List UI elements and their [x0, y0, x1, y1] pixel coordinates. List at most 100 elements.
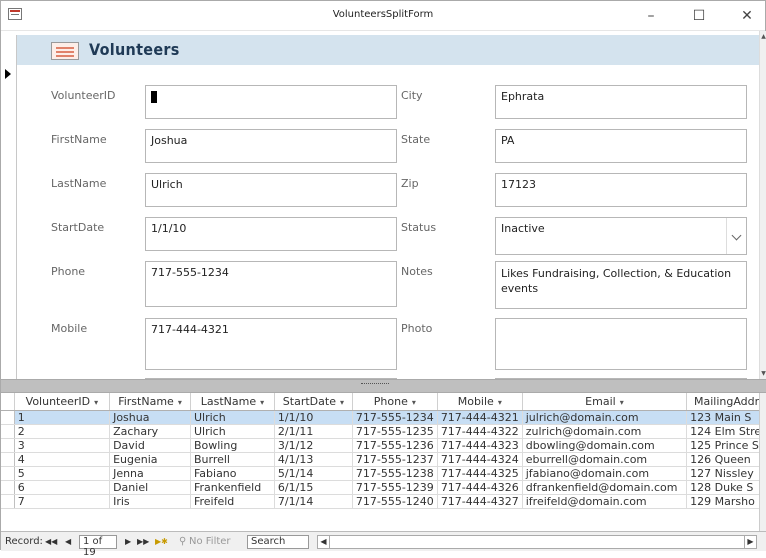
table-cell[interactable]: Bowling [190, 438, 275, 453]
table-cell[interactable]: 717-444-4324 [437, 452, 523, 467]
row-selector[interactable] [1, 466, 15, 481]
table-row[interactable]: 5 Jenna Fabiano 5/1/14 717-555-1238 717-444-4… [1, 466, 766, 481]
lastname-field[interactable]: Ulrich [145, 173, 397, 207]
table-cell[interactable]: 3/1/12 [274, 438, 353, 453]
row-selector[interactable] [1, 494, 15, 509]
table-cell[interactable]: Frankenfield [190, 480, 275, 495]
table-cell[interactable]: 4/1/13 [274, 452, 353, 467]
column-header[interactable]: VolunteerID ▾ [14, 393, 111, 411]
table-cell[interactable]: 5 [14, 466, 111, 481]
table-cell[interactable]: 126 Queen [686, 452, 766, 467]
city-field[interactable]: Ephrata [495, 85, 747, 119]
last-record-icon[interactable]: ▶▶ [137, 537, 149, 546]
table-cell[interactable]: 7 [14, 494, 111, 509]
table-row[interactable]: 6 Daniel Frankenfield 6/1/15 717-555-1239 717… [1, 480, 766, 495]
current-record-input[interactable]: 1 of 19 [79, 535, 117, 558]
table-cell[interactable]: 129 Marsho [686, 494, 766, 509]
table-cell[interactable]: David [109, 438, 191, 453]
table-row[interactable]: 2 Zachary Ulrich 2/1/11 717-555-1235 717-444-… [1, 424, 766, 439]
table-cell[interactable]: 717-444-4326 [437, 480, 523, 495]
table-cell[interactable]: eburrell@domain.com [522, 452, 688, 467]
table-cell[interactable]: 124 Elm Stre [686, 424, 766, 439]
zip-field[interactable]: 17123 [495, 173, 747, 207]
table-cell[interactable]: 717-555-1234 [352, 410, 438, 425]
table-cell[interactable]: 1/1/10 [274, 410, 353, 425]
close-button[interactable]: ✕ [729, 5, 765, 27]
column-header[interactable]: Mobile ▾ [437, 393, 523, 411]
row-selector[interactable] [1, 410, 15, 425]
split-form-splitter[interactable] [1, 379, 766, 393]
row-selector[interactable] [1, 438, 15, 453]
table-cell[interactable]: 717-555-1238 [352, 466, 438, 481]
table-cell[interactable]: Ulrich [190, 424, 275, 439]
row-selector[interactable] [1, 424, 15, 439]
volunteerid-field[interactable] [145, 85, 397, 119]
table-cell[interactable]: 717-555-1236 [352, 438, 438, 453]
firstname-field[interactable]: Joshua [145, 129, 397, 163]
first-record-icon[interactable]: ◀◀ [45, 537, 57, 546]
table-cell[interactable]: 3 [14, 438, 111, 453]
row-selector[interactable] [1, 480, 15, 495]
form-vertical-scrollbar[interactable]: ▲ ▼ [759, 31, 766, 379]
table-row[interactable]: 1 Joshua Ulrich 1/1/10 717-555-1234 717-444-4… [1, 410, 766, 425]
filter-icon[interactable]: ⚲ [179, 536, 186, 547]
table-cell[interactable]: jfabiano@domain.com [522, 466, 688, 481]
no-filter-label[interactable]: No Filter [189, 536, 231, 547]
table-cell[interactable]: 2/1/11 [274, 424, 353, 439]
table-cell[interactable]: 717-555-1237 [352, 452, 438, 467]
scroll-right-icon[interactable]: ▶ [744, 536, 756, 548]
phone-field[interactable]: 717-555-1234 [145, 261, 397, 307]
column-header[interactable]: Email ▾ [522, 393, 688, 411]
column-header[interactable]: FirstName ▾ [109, 393, 191, 411]
table-cell[interactable]: dfrankenfield@domain.com [522, 480, 688, 495]
record-selector[interactable] [1, 35, 17, 379]
startdate-field[interactable]: 1/1/10 [145, 217, 397, 251]
column-header[interactable]: StartDate ▾ [274, 393, 353, 411]
sort-filter-arrow-icon[interactable]: ▾ [498, 398, 502, 407]
table-cell[interactable]: Ulrich [190, 410, 275, 425]
scroll-left-icon[interactable]: ◀ [318, 536, 330, 548]
table-row[interactable]: 7 Iris Freifeld 7/1/14 717-555-1240 717-444-4… [1, 494, 766, 509]
table-cell[interactable]: 5/1/14 [274, 466, 353, 481]
maximize-button[interactable]: ☐ [681, 5, 717, 27]
datasheet-horizontal-scrollbar[interactable]: ◀ ▶ [317, 535, 757, 549]
table-row[interactable]: 3 David Bowling 3/1/12 717-555-1236 717-444-4… [1, 438, 766, 453]
mobile-field[interactable]: 717-444-4321 [145, 318, 397, 370]
chevron-down-icon[interactable] [726, 218, 746, 254]
column-header[interactable]: MailingAddr [686, 393, 766, 411]
previous-record-icon[interactable]: ◀ [65, 537, 71, 546]
table-cell[interactable]: Burrell [190, 452, 275, 467]
table-cell[interactable]: Eugenia [109, 452, 191, 467]
status-combobox[interactable]: Inactive [495, 217, 747, 255]
table-cell[interactable]: Daniel [109, 480, 191, 495]
table-cell[interactable]: Zachary [109, 424, 191, 439]
datasheet-vertical-scrollbar[interactable] [759, 393, 766, 531]
table-cell[interactable]: 6 [14, 480, 111, 495]
minimize-button[interactable]: – [633, 5, 669, 27]
column-header[interactable]: LastName ▾ [190, 393, 275, 411]
search-input[interactable]: Search [247, 535, 309, 549]
table-cell[interactable]: 123 Main S [686, 410, 766, 425]
table-cell[interactable]: Freifeld [190, 494, 275, 509]
state-field[interactable]: PA [495, 129, 747, 163]
new-record-icon[interactable]: ▶✱ [155, 537, 168, 546]
next-record-icon[interactable]: ▶ [125, 537, 131, 546]
table-cell[interactable]: 717-555-1239 [352, 480, 438, 495]
table-cell[interactable]: 6/1/15 [274, 480, 353, 495]
scroll-down-icon[interactable]: ▼ [760, 370, 766, 377]
sort-filter-arrow-icon[interactable]: ▾ [412, 398, 416, 407]
table-cell[interactable]: 2 [14, 424, 111, 439]
table-cell[interactable]: Fabiano [190, 466, 275, 481]
table-cell[interactable]: ifreifeld@domain.com [522, 494, 688, 509]
table-cell[interactable]: 127 Nissley [686, 466, 766, 481]
sort-filter-arrow-icon[interactable]: ▾ [260, 398, 264, 407]
scroll-up-icon[interactable]: ▲ [760, 33, 766, 40]
sort-filter-arrow-icon[interactable]: ▾ [94, 398, 98, 407]
table-cell[interactable]: 7/1/14 [274, 494, 353, 509]
notes-field[interactable]: Likes Fundraising, Collection, & Educati… [495, 261, 747, 309]
row-selector[interactable] [1, 452, 15, 467]
table-cell[interactable]: Joshua [109, 410, 191, 425]
table-cell[interactable]: zulrich@domain.com [522, 424, 688, 439]
table-cell[interactable]: 717-444-4321 [437, 410, 523, 425]
table-cell[interactable]: 717-555-1240 [352, 494, 438, 509]
